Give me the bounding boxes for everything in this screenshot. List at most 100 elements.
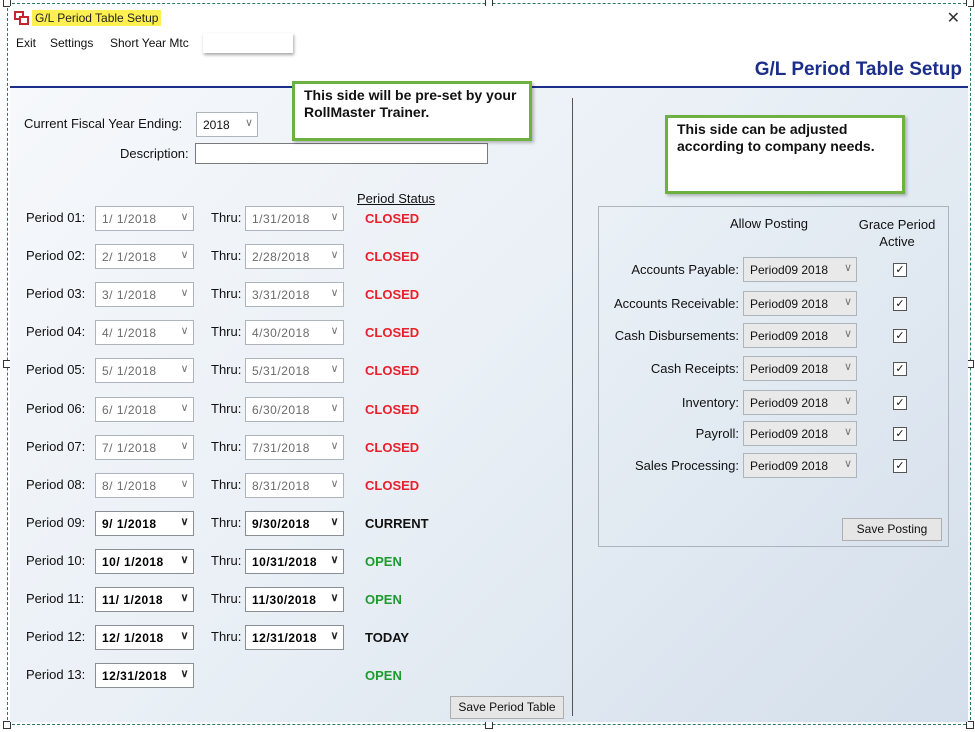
menu-dropdown-blank: [203, 33, 293, 53]
chevron-down-icon: ∨: [180, 630, 189, 642]
main-content: Current Fiscal Year Ending: 2018 ∨ Descr…: [10, 81, 968, 722]
thru-label: Thru:: [211, 248, 242, 263]
period-end-date[interactable]: 11/30/2018 ∨: [245, 587, 344, 612]
chevron-down-icon: ∨: [180, 363, 189, 375]
period-label: Period 06:: [26, 401, 86, 416]
posting-period-value: Period09 2018: [750, 297, 829, 311]
period-start-date[interactable]: 2/ 1/2018 ∨: [95, 244, 194, 269]
period-end-date[interactable]: 7/31/2018 ∨: [245, 435, 344, 460]
posting-period-select[interactable]: Period09 2018 ∨: [743, 453, 857, 478]
period-start-date[interactable]: 12/ 1/2018 ∨: [95, 625, 194, 650]
description-input[interactable]: [195, 143, 488, 164]
period-end-date[interactable]: 1/31/2018 ∨: [245, 206, 344, 231]
grace-period-checkbox[interactable]: ✓: [893, 263, 907, 277]
close-icon[interactable]: ✕: [947, 8, 960, 28]
thru-label: Thru:: [211, 401, 242, 416]
fiscal-year-value: 2018: [203, 118, 230, 132]
period-end-value: 2/28/2018: [252, 250, 310, 264]
period-label: Period 07:: [26, 439, 86, 454]
thru-label: Thru:: [211, 591, 242, 606]
period-end-date[interactable]: 5/31/2018 ∨: [245, 358, 344, 383]
period-end-date[interactable]: 3/31/2018 ∨: [245, 282, 344, 307]
period-end-date[interactable]: 8/31/2018 ∨: [245, 473, 344, 498]
period-start-date[interactable]: 8/ 1/2018 ∨: [95, 473, 194, 498]
thru-label: Thru:: [211, 553, 242, 568]
posting-period-select[interactable]: Period09 2018 ∨: [743, 323, 857, 348]
grace-period-checkbox[interactable]: ✓: [893, 427, 907, 441]
checkmark-icon: ✓: [895, 330, 905, 342]
checkmark-icon: ✓: [895, 397, 905, 409]
period-start-date[interactable]: 4/ 1/2018 ∨: [95, 320, 194, 345]
checkmark-icon: ✓: [895, 264, 905, 276]
chevron-down-icon: ∨: [330, 211, 339, 223]
grace-period-checkbox[interactable]: ✓: [893, 396, 907, 410]
period-start-date[interactable]: 12/31/2018 ∨: [95, 663, 194, 688]
chevron-down-icon: ∨: [843, 395, 852, 407]
menu-settings[interactable]: Settings: [50, 36, 93, 50]
period-end-date[interactable]: 6/30/2018 ∨: [245, 397, 344, 422]
posting-period-select[interactable]: Period09 2018 ∨: [743, 390, 857, 415]
chevron-down-icon: ∨: [330, 592, 339, 604]
allow-posting-header: Allow Posting: [730, 216, 809, 231]
period-start-value: 12/ 1/2018: [102, 631, 164, 645]
period-label: Period 03:: [26, 286, 86, 301]
posting-period-select[interactable]: Period09 2018 ∨: [743, 356, 857, 381]
menu-exit[interactable]: Exit: [16, 36, 36, 50]
posting-period-value: Period09 2018: [750, 362, 829, 376]
window-title: G/L Period Table Setup: [32, 10, 162, 26]
posting-period-value: Period09 2018: [750, 329, 829, 343]
period-start-date[interactable]: 1/ 1/2018 ∨: [95, 206, 194, 231]
period-label: Period 05:: [26, 362, 86, 377]
chevron-down-icon: ∨: [843, 262, 852, 274]
period-label: Period 02:: [26, 248, 86, 263]
posting-row-label: Sales Processing:: [634, 458, 739, 473]
period-label: Period 09:: [26, 515, 86, 530]
period-end-date[interactable]: 9/30/2018 ∨: [245, 511, 344, 536]
posting-period-select[interactable]: Period09 2018 ∨: [743, 257, 857, 282]
period-end-date[interactable]: 10/31/2018 ∨: [245, 549, 344, 574]
resize-handle-se[interactable]: [966, 721, 974, 729]
period-status: CLOSED: [365, 402, 420, 417]
period-status: CLOSED: [365, 249, 420, 264]
fiscal-year-select[interactable]: 2018 ∨: [196, 112, 258, 137]
period-end-date[interactable]: 2/28/2018 ∨: [245, 244, 344, 269]
period-status: OPEN: [365, 668, 402, 683]
period-label: Period 08:: [26, 477, 86, 492]
menu-short-year-mtc[interactable]: Short Year Mtc: [110, 36, 189, 50]
period-end-date[interactable]: 12/31/2018 ∨: [245, 625, 344, 650]
save-posting-button[interactable]: Save Posting: [842, 518, 942, 541]
grace-period-checkbox[interactable]: ✓: [893, 459, 907, 473]
period-end-value: 5/31/2018: [252, 364, 310, 378]
posting-period-select[interactable]: Period09 2018 ∨: [743, 291, 857, 316]
gl-period-window: G/L Period Table Setup ✕ Exit Settings S…: [10, 6, 968, 722]
grace-period-checkbox[interactable]: ✓: [893, 329, 907, 343]
thru-label: Thru:: [211, 629, 242, 644]
period-start-date[interactable]: 7/ 1/2018 ∨: [95, 435, 194, 460]
period-start-date[interactable]: 9/ 1/2018 ∨: [95, 511, 194, 536]
chevron-down-icon: ∨: [330, 325, 339, 337]
save-period-table-button[interactable]: Save Period Table: [450, 696, 564, 719]
grace-period-checkbox[interactable]: ✓: [893, 362, 907, 376]
period-start-date[interactable]: 6/ 1/2018 ∨: [95, 397, 194, 422]
period-start-date[interactable]: 10/ 1/2018 ∨: [95, 549, 194, 574]
thru-label: Thru:: [211, 477, 242, 492]
grace-period-checkbox[interactable]: ✓: [893, 297, 907, 311]
period-status: OPEN: [365, 554, 402, 569]
period-start-value: 12/31/2018: [102, 669, 168, 683]
chevron-down-icon: ∨: [180, 516, 189, 528]
period-start-date[interactable]: 5/ 1/2018 ∨: [95, 358, 194, 383]
period-start-date[interactable]: 3/ 1/2018 ∨: [95, 282, 194, 307]
period-start-date[interactable]: 11/ 1/2018 ∨: [95, 587, 194, 612]
period-end-value: 1/31/2018: [252, 212, 310, 226]
period-start-value: 6/ 1/2018: [102, 403, 157, 417]
resize-handle-s[interactable]: [485, 721, 493, 729]
title-bar: G/L Period Table Setup ✕: [10, 6, 968, 32]
period-status: CLOSED: [365, 363, 420, 378]
posting-period-select[interactable]: Period09 2018 ∨: [743, 421, 857, 446]
period-label: Period 01:: [26, 210, 86, 225]
thru-label: Thru:: [211, 324, 242, 339]
chevron-down-icon: ∨: [330, 554, 339, 566]
period-end-date[interactable]: 4/30/2018 ∨: [245, 320, 344, 345]
thru-label: Thru:: [211, 515, 242, 530]
resize-handle-sw[interactable]: [3, 721, 11, 729]
